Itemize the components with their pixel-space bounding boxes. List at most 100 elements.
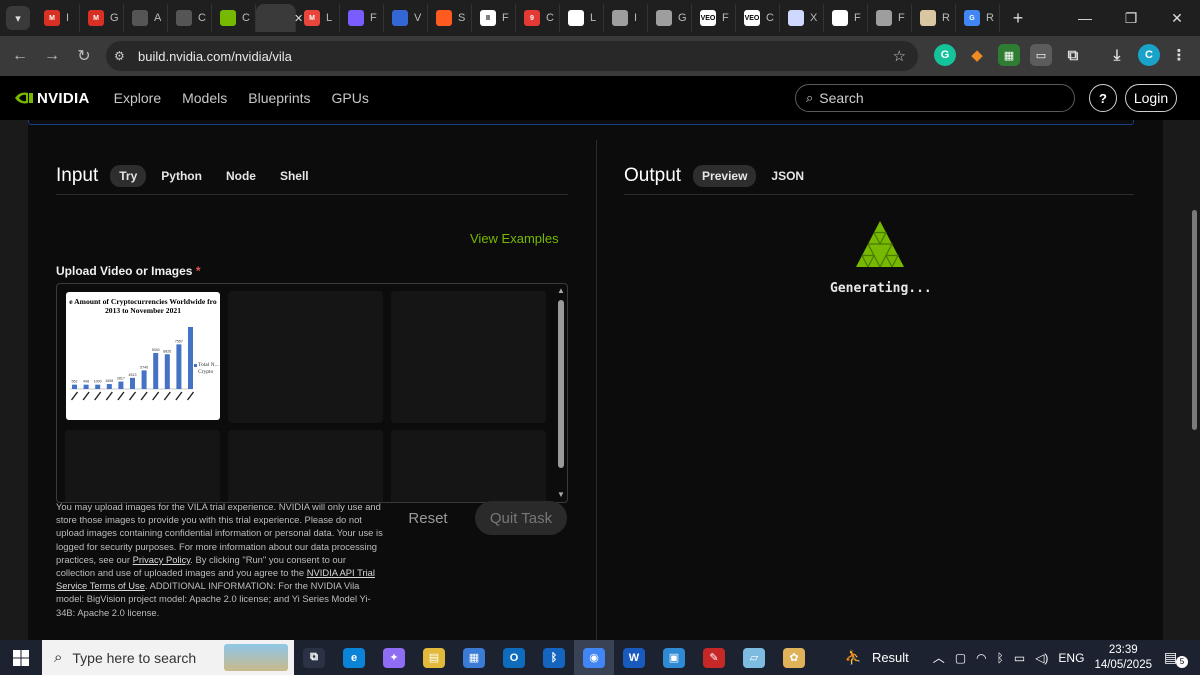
taskbar-app-paint[interactable]: ✿ — [774, 640, 814, 675]
browser-tab[interactable]: F — [824, 4, 868, 32]
browser-tab[interactable]: G — [648, 4, 692, 32]
taskbar-app-copilot[interactable]: ✦ — [374, 640, 414, 675]
taskbar-app-chrome[interactable]: ◉ — [574, 640, 614, 675]
browser-tab[interactable]: L — [560, 4, 604, 32]
url-text[interactable]: build.nvidia.com/nvidia/vila — [138, 49, 292, 64]
metamask-extension-icon[interactable]: ◆ — [966, 44, 988, 66]
tab-node[interactable]: Node — [217, 165, 265, 187]
nav-models[interactable]: Models — [182, 90, 227, 106]
site-search[interactable]: ⌕ — [795, 84, 1075, 112]
browser-tab[interactable]: VEO C — [736, 4, 780, 32]
extensions-puzzle-icon[interactable]: ⧉ — [1062, 44, 1084, 66]
browser-tab[interactable]: ML — [296, 4, 340, 32]
browser-tab[interactable]: F — [340, 4, 384, 32]
device-icon[interactable]: ▢ — [955, 651, 966, 665]
image-slot[interactable] — [65, 430, 220, 502]
browser-tab[interactable]: MI — [36, 4, 80, 32]
upload-dropzone[interactable]: e Amount of Cryptocurrencies Worldwide f… — [56, 283, 568, 503]
browser-tab[interactable]: 9C — [516, 4, 560, 32]
nvidia-logo[interactable]: NVIDIA — [14, 90, 90, 107]
nav-explore[interactable]: Explore — [114, 90, 161, 106]
language-indicator[interactable]: ENG — [1058, 651, 1084, 665]
scroll-down-icon[interactable]: ▼ — [557, 490, 565, 499]
site-info-icon[interactable]: ⚙ — [114, 49, 134, 63]
browser-menu-icon[interactable]: ⋮ — [1168, 44, 1190, 66]
forward-arrow-icon[interactable]: → — [36, 47, 68, 65]
tab-preview[interactable]: Preview — [693, 165, 757, 187]
tab-json[interactable]: JSON — [762, 165, 813, 187]
browser-tab[interactable]: C — [168, 4, 212, 32]
uploaded-image-thumbnail[interactable]: e Amount of Cryptocurrencies Worldwide f… — [66, 292, 220, 420]
browser-tab[interactable]: I — [604, 4, 648, 32]
tab-search-button[interactable]: ▾ — [6, 6, 30, 30]
wifi-icon[interactable]: ◠ — [976, 651, 986, 665]
browser-tab[interactable]: VEO F — [692, 4, 736, 32]
browser-tab[interactable]: V — [384, 4, 428, 32]
battery-icon[interactable]: ▭ — [1014, 651, 1025, 665]
help-button[interactable]: ? — [1089, 84, 1117, 112]
scroll-up-icon[interactable]: ▲ — [557, 286, 565, 295]
bookmark-star-icon[interactable]: ☆ — [893, 47, 906, 65]
taskbar-app-bluetooth[interactable]: ᛒ — [534, 640, 574, 675]
sheets-extension-icon[interactable]: ▦ — [998, 44, 1020, 66]
taskbar-app-task-view[interactable]: ⧉ — [294, 640, 334, 675]
notification-button[interactable]: ▤ 5 — [1164, 649, 1192, 668]
image-slot[interactable] — [228, 430, 383, 502]
bluetooth-tray-icon[interactable]: ᛒ — [997, 651, 1004, 665]
chevron-up-icon[interactable]: ︿ — [933, 649, 945, 666]
browser-tab[interactable]: MG — [80, 4, 124, 32]
taskbar-app-edge[interactable]: e — [334, 640, 374, 675]
nba-icon[interactable]: ⛹ — [845, 649, 862, 666]
tab-shell[interactable]: Shell — [271, 165, 318, 187]
taskbar-app-remote[interactable]: ▣ — [654, 640, 694, 675]
page-scrollbar[interactable] — [1188, 120, 1200, 640]
browser-tab[interactable]: F — [868, 4, 912, 32]
restore-icon[interactable]: ❐ — [1108, 10, 1154, 27]
browser-tab[interactable]: A — [124, 4, 168, 32]
tab-python[interactable]: Python — [152, 165, 211, 187]
browser-tab[interactable]: X — [780, 4, 824, 32]
browser-tab[interactable]: GR — [956, 4, 1000, 32]
browser-tab[interactable]: S — [428, 4, 472, 32]
minimize-icon[interactable]: — — [1062, 10, 1108, 26]
taskbar-app-notes[interactable]: ▱ — [734, 640, 774, 675]
image-slot[interactable] — [391, 430, 546, 502]
browser-tab[interactable]: C — [212, 4, 256, 32]
image-slot[interactable] — [391, 291, 546, 423]
image-slot[interactable] — [228, 291, 383, 423]
taskbar-app-store[interactable]: ▦ — [454, 640, 494, 675]
taskbar-app-explorer[interactable]: ▤ — [414, 640, 454, 675]
address-bar[interactable]: ⚙ build.nvidia.com/nvidia/vila ☆ — [106, 41, 918, 71]
reload-icon[interactable]: ↻ — [68, 46, 100, 66]
result-label[interactable]: Result — [872, 650, 909, 665]
browser-tab[interactable]: II F — [472, 4, 516, 32]
grammarly-extension-icon[interactable]: G — [934, 44, 956, 66]
privacy-policy-link[interactable]: Privacy Policy — [133, 554, 191, 565]
taskbar-search[interactable]: ⌕ Type here to search — [42, 640, 294, 675]
quit-task-button[interactable]: Quit Task — [475, 501, 567, 535]
download-icon[interactable]: ⤓ — [1106, 44, 1128, 66]
scroll-thumb[interactable] — [558, 300, 564, 468]
new-tab-button[interactable]: + — [1004, 8, 1032, 29]
view-examples-link[interactable]: View Examples — [470, 231, 559, 246]
reset-button[interactable]: Reset — [398, 501, 458, 535]
back-arrow-icon[interactable]: ← — [4, 47, 36, 65]
reader-extension-icon[interactable]: ▭ — [1030, 44, 1052, 66]
page-scroll-thumb[interactable] — [1192, 210, 1197, 430]
volume-icon[interactable]: ◁) — [1035, 651, 1048, 665]
profile-avatar[interactable]: C — [1138, 44, 1160, 66]
taskbar-app-word[interactable]: W — [614, 640, 654, 675]
nav-gpus[interactable]: GPUs — [332, 90, 369, 106]
login-button[interactable]: Login — [1125, 84, 1177, 112]
close-window-icon[interactable]: ✕ — [1154, 10, 1200, 27]
start-button[interactable] — [0, 649, 42, 666]
upload-scrollbar[interactable]: ▲ ▼ — [554, 284, 567, 502]
browser-tab[interactable]: V✕ — [256, 4, 303, 32]
taskbar-app-pdf[interactable]: ✎ — [694, 640, 734, 675]
browser-tab[interactable]: R — [912, 4, 956, 32]
nav-blueprints[interactable]: Blueprints — [248, 90, 310, 106]
taskbar-app-outlook[interactable]: O — [494, 640, 534, 675]
tab-try[interactable]: Try — [110, 165, 147, 187]
clock[interactable]: 23:39 14/05/2025 — [1094, 643, 1152, 673]
search-input[interactable] — [819, 90, 1050, 106]
